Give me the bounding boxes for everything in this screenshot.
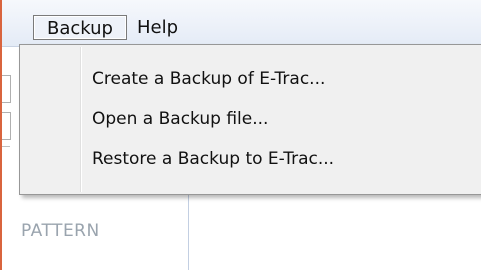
menu-item-open-backup[interactable]: Open a Backup file... <box>92 103 268 135</box>
menu-item-restore-backup[interactable]: Restore a Backup to E-Trac... <box>92 143 334 175</box>
menu-backup[interactable]: Backup <box>33 15 127 40</box>
background-field-fragment <box>2 75 11 103</box>
menu-bar: Backup Help <box>2 0 481 47</box>
menu-help[interactable]: Help <box>133 15 182 40</box>
menu-item-create-backup[interactable]: Create a Backup of E-Trac... <box>92 63 325 95</box>
menu-icon-gutter <box>80 47 81 192</box>
backup-dropdown-menu: Create a Backup of E-Trac... Open a Back… <box>19 44 481 195</box>
background-divider-fragment <box>2 146 10 147</box>
pattern-label: PATTERN <box>21 221 100 241</box>
background-field-fragment <box>2 112 11 140</box>
